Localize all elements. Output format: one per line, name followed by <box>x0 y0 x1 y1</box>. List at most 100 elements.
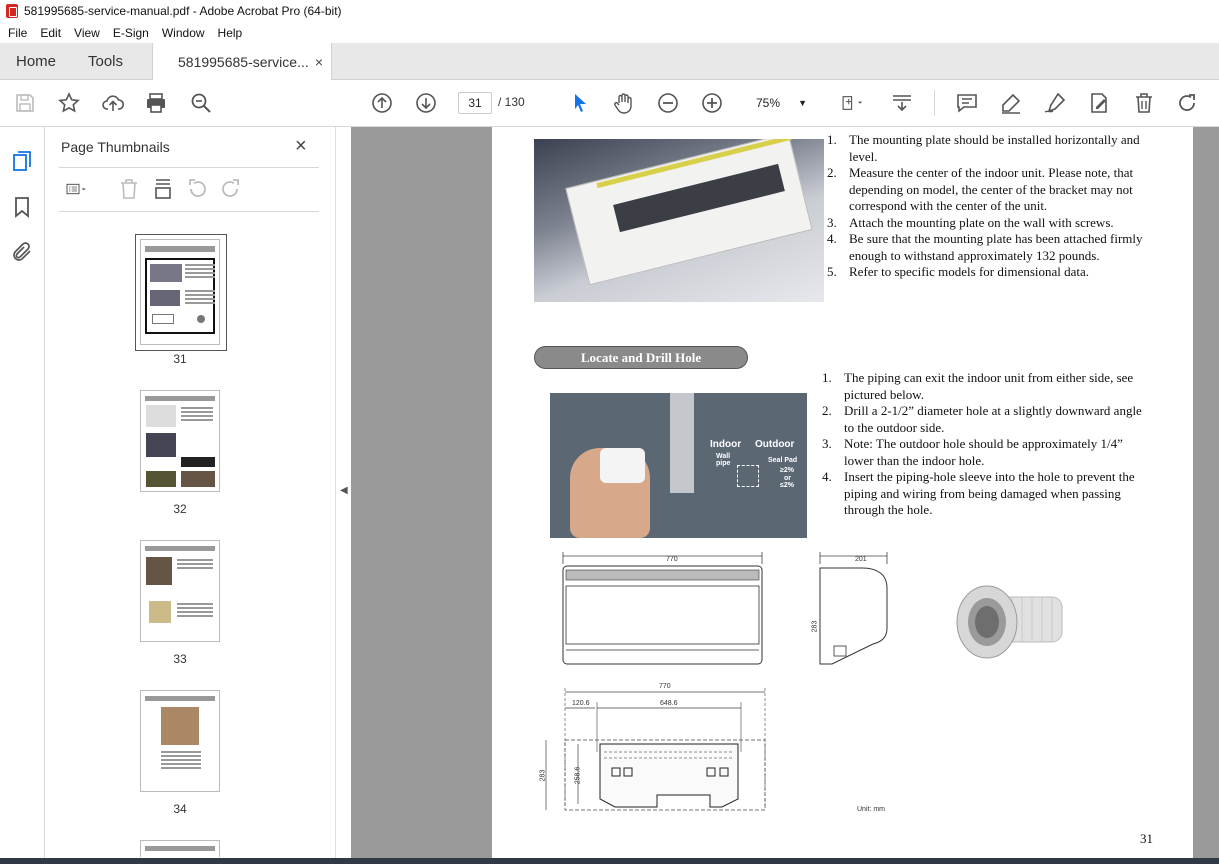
rotate-cw-icon[interactable] <box>219 177 243 201</box>
zoom-out-icon[interactable] <box>656 91 680 115</box>
mounting-plate-drawing <box>545 688 766 811</box>
list-item: 2. Drill a 2-1/2” diameter hole at a slig… <box>822 403 1142 435</box>
close-panel-icon[interactable]: × <box>295 135 307 158</box>
bookmark-icon[interactable] <box>10 195 34 219</box>
title-bar: 581995685-service-manual.pdf - Adobe Acr… <box>0 0 1219 22</box>
page-fit-icon[interactable] <box>836 91 870 115</box>
list-item: 3. Attach the mounting plate on the wall … <box>827 214 1114 230</box>
left-nav-rail <box>0 127 45 864</box>
menu-bar: File Edit View E-Sign Window Help <box>0 22 1219 43</box>
photo-label-slope-2: ≤2% <box>780 482 794 489</box>
section-heading: Locate and Drill Hole <box>534 346 748 369</box>
list-item: 4. Be sure that the mounting plate has be… <box>827 231 1143 263</box>
tab-bar: Home Tools 581995685-service... × <box>0 43 1219 81</box>
zoom-in-icon[interactable] <box>700 91 724 115</box>
page-number-input[interactable]: 31 <box>458 92 492 114</box>
panel-splitter[interactable]: ◀ <box>335 127 351 864</box>
highlight-pen-icon[interactable] <box>999 91 1023 115</box>
hand-tool-icon[interactable] <box>612 91 636 115</box>
attachment-icon[interactable] <box>10 240 34 264</box>
toolbar-separator <box>934 90 935 116</box>
close-tab-icon[interactable]: × <box>315 54 323 70</box>
taskbar-edge <box>0 858 1219 864</box>
comment-icon[interactable] <box>955 91 979 115</box>
upload-cloud-icon[interactable] <box>101 91 125 115</box>
list-item: 1. The mounting plate should be installed… <box>827 132 1140 164</box>
thumbnail-page-31[interactable] <box>140 239 220 345</box>
delete-icon[interactable] <box>1132 91 1156 115</box>
page-number: 31 <box>1140 831 1153 846</box>
menu-esign[interactable]: E-Sign <box>113 26 149 40</box>
save-icon[interactable] <box>13 91 37 115</box>
thumbnail-list: 31 32 33 34 <box>59 217 314 857</box>
document-viewport[interactable]: 1. The mounting plate should be installed… <box>351 127 1219 864</box>
next-page-icon[interactable] <box>414 91 438 115</box>
main-toolbar: 31 / 130 75% ▼ <box>0 80 1219 127</box>
thumbnail-page-35[interactable] <box>140 840 220 857</box>
menu-window[interactable]: Window <box>162 26 205 40</box>
dim-center: 648.6 <box>660 700 678 707</box>
dim-height: 283 <box>811 620 819 633</box>
thumbnail-page-34[interactable] <box>140 690 220 792</box>
unit-label: Unit: mm <box>857 806 885 813</box>
redo-icon[interactable] <box>1175 91 1199 115</box>
delete-page-icon[interactable] <box>117 177 141 201</box>
page-total: / 130 <box>498 95 525 109</box>
acrobat-app-icon <box>6 4 18 18</box>
print-icon[interactable] <box>144 91 168 115</box>
select-cursor-icon[interactable] <box>568 91 592 115</box>
panel-divider <box>59 211 319 212</box>
dim-plate-height-1: 283 <box>539 769 547 782</box>
zoom-search-icon[interactable] <box>189 91 213 115</box>
thumbnail-number: 34 <box>173 802 187 816</box>
tab-tools[interactable]: Tools <box>88 43 123 80</box>
menu-view[interactable]: View <box>74 26 100 40</box>
pdf-page: 1. The mounting plate should be installed… <box>492 127 1193 864</box>
panel-divider <box>59 167 319 168</box>
thumbnail-page-33[interactable] <box>140 540 220 642</box>
thumbnail-page-32[interactable] <box>140 390 220 492</box>
photo-label-seal-pad: Seal Pad <box>768 457 798 464</box>
window-title: 581995685-service-manual.pdf - Adobe Acr… <box>24 4 342 18</box>
list-item: 3. Note: The outdoor hole should be appro… <box>822 436 1123 468</box>
sign-pen-icon[interactable] <box>1043 91 1067 115</box>
dim-left-offset: 120.6 <box>572 700 590 707</box>
rotate-ccw-icon[interactable] <box>185 177 209 201</box>
dim-plate-width: 770 <box>659 683 671 690</box>
zoom-level-dropdown[interactable]: 75% ▼ <box>746 92 812 114</box>
star-icon[interactable] <box>57 91 81 115</box>
drill-hole-photo: Indoor Outdoor Wall pipe Seal Pad ≥2% or… <box>550 393 807 538</box>
tab-home[interactable]: Home <box>16 43 56 80</box>
panel-title: Page Thumbnails <box>61 139 170 155</box>
photo-label-wall-pipe: Wall pipe <box>716 453 731 467</box>
list-item: 5. Refer to specific models for dimension… <box>827 264 1090 279</box>
mounting-instructions-list: 1. The mounting plate should be installed… <box>827 132 1157 281</box>
photo-label-indoor: Indoor <box>710 439 742 450</box>
scroll-mode-icon[interactable] <box>890 91 914 115</box>
thumbnail-number: 32 <box>173 502 187 516</box>
tab-document-label: 581995685-service... <box>178 54 309 70</box>
mounting-plate-photo <box>534 139 824 302</box>
dim-plate-height-2: 258.6 <box>574 766 582 785</box>
collapse-panel-icon[interactable]: ◀ <box>340 485 348 496</box>
extract-pages-icon[interactable] <box>151 177 175 201</box>
menu-help[interactable]: Help <box>218 26 243 40</box>
piping-sleeve-image <box>956 585 1063 659</box>
photo-label-or: or <box>784 475 791 482</box>
photo-label-slope-1: ≥2% <box>780 467 794 474</box>
edit-document-icon[interactable] <box>1087 91 1111 115</box>
menu-edit[interactable]: Edit <box>40 26 61 40</box>
list-item: 4. Insert the piping-hole sleeve into the… <box>822 469 1135 517</box>
tab-document[interactable]: 581995685-service... × <box>152 43 332 81</box>
photo-label-outdoor: Outdoor <box>755 439 795 450</box>
dim-side-depth: 201 <box>855 556 867 563</box>
thumbnail-options-icon[interactable] <box>59 177 95 201</box>
menu-file[interactable]: File <box>8 26 27 40</box>
drill-hole-instructions-list: 1. The piping can exit the indoor unit fr… <box>822 370 1142 519</box>
page-thumbnails-panel: Page Thumbnails × 31 32 33 34 <box>45 127 369 864</box>
panel-tools <box>59 177 319 203</box>
indoor-unit-front-drawing <box>562 552 763 665</box>
page-thumbnails-icon[interactable] <box>10 149 34 173</box>
previous-page-icon[interactable] <box>370 91 394 115</box>
chevron-down-icon: ▼ <box>798 98 807 108</box>
